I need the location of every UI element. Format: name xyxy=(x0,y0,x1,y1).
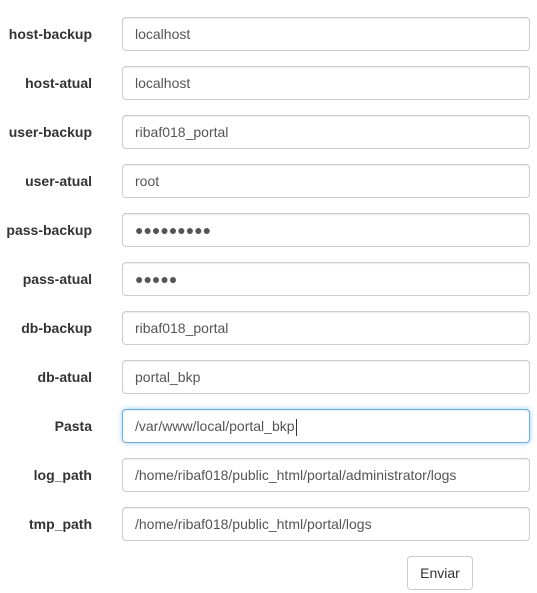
user-backup-label: user-backup xyxy=(8,124,92,140)
submit-button[interactable]: Enviar xyxy=(407,556,473,590)
host-atual-value: localhost xyxy=(135,75,191,91)
pass-backup-input[interactable]: ●●●●●●●●● xyxy=(122,213,530,247)
form-row-user-atual: user-atual root xyxy=(0,164,537,198)
user-backup-value: ribaf018_portal xyxy=(135,124,229,140)
db-atual-label: db-atual xyxy=(37,369,92,385)
pasta-value: /var/www/local/portal_bkp xyxy=(135,418,295,434)
host-atual-input[interactable]: localhost xyxy=(122,66,530,100)
tmp-path-value: /home/ribaf018/public_html/portal/logs xyxy=(135,516,372,532)
form-row-host-atual: host-atual localhost xyxy=(0,66,537,100)
pasta-input[interactable]: /var/www/local/portal_bkp xyxy=(122,409,530,443)
pass-atual-input[interactable]: ●●●●● xyxy=(122,262,530,296)
tmp-path-label: tmp_path xyxy=(29,516,92,532)
pass-backup-label: pass-backup xyxy=(6,222,92,238)
host-backup-label: host-backup xyxy=(8,26,92,42)
pass-backup-value: ●●●●●●●●● xyxy=(135,222,212,238)
pass-atual-value: ●●●●● xyxy=(135,271,178,287)
text-caret xyxy=(295,418,297,436)
form-row-db-atual: db-atual portal_bkp xyxy=(0,360,537,394)
user-atual-label: user-atual xyxy=(25,173,92,189)
pasta-label: Pasta xyxy=(54,418,92,434)
db-backup-input[interactable]: ribaf018_portal xyxy=(122,311,530,345)
log-path-label: log_path xyxy=(33,467,92,483)
pass-atual-label: pass-atual xyxy=(22,271,92,287)
user-backup-input[interactable]: ribaf018_portal xyxy=(122,115,530,149)
user-atual-value: root xyxy=(135,173,160,189)
db-atual-value: portal_bkp xyxy=(135,369,201,385)
log-path-value: /home/ribaf018/public_html/portal/admini… xyxy=(135,467,457,483)
db-atual-input[interactable]: portal_bkp xyxy=(122,360,530,394)
host-backup-input[interactable]: localhost xyxy=(122,17,530,51)
db-backup-label: db-backup xyxy=(21,320,92,336)
db-backup-value: ribaf018_portal xyxy=(135,320,229,336)
host-atual-label: host-atual xyxy=(25,75,92,91)
form-row-host-backup: host-backup localhost xyxy=(0,17,537,51)
host-backup-value: localhost xyxy=(135,26,191,42)
log-path-input[interactable]: /home/ribaf018/public_html/portal/admini… xyxy=(122,458,530,492)
form-row-user-backup: user-backup ribaf018_portal xyxy=(0,115,537,149)
user-atual-input[interactable]: root xyxy=(122,164,530,198)
form-row-pass-backup: pass-backup ●●●●●●●●● xyxy=(0,213,537,247)
form-row-pasta: Pasta /var/www/local/portal_bkp xyxy=(0,409,537,443)
form-row-db-backup: db-backup ribaf018_portal xyxy=(0,311,537,345)
form-row-tmp-path: tmp_path /home/ribaf018/public_html/port… xyxy=(0,507,537,541)
form-row-pass-atual: pass-atual ●●●●● xyxy=(0,262,537,296)
tmp-path-input[interactable]: /home/ribaf018/public_html/portal/logs xyxy=(122,507,530,541)
form-row-log-path: log_path /home/ribaf018/public_html/port… xyxy=(0,458,537,492)
